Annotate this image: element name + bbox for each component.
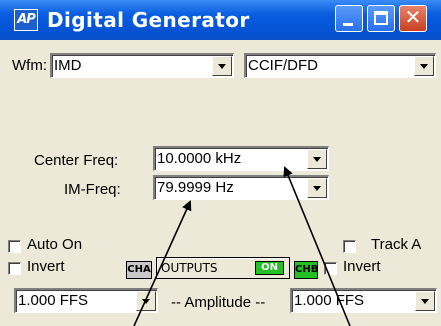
annotation-arrow-im-freq bbox=[133, 200, 192, 326]
digital-generator-window: AP Digital Generator ✕ Wfm: IMD CCIF/DFD… bbox=[0, 0, 441, 326]
annotation-arrow-center-freq bbox=[283, 166, 351, 326]
annotation-arrows bbox=[133, 166, 351, 326]
